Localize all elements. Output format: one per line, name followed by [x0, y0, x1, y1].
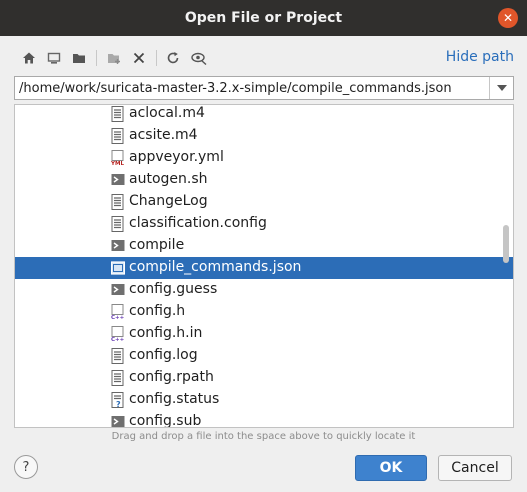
- json-file-icon: [110, 260, 126, 276]
- file-name: appveyor.yml: [129, 149, 224, 165]
- file-name: compile: [129, 237, 185, 253]
- shell-script-icon: [111, 172, 125, 188]
- file-name: autogen.sh: [129, 171, 208, 187]
- cancel-button[interactable]: Cancel: [438, 455, 512, 481]
- svg-text:C++: C++: [111, 315, 125, 320]
- file-item[interactable]: C++ config.h: [15, 301, 513, 323]
- text-file-icon: [111, 194, 125, 210]
- path-dropdown-button[interactable]: [489, 77, 513, 99]
- file-item[interactable]: config.rpath: [15, 367, 513, 389]
- text-file-icon: [111, 348, 125, 364]
- file-item[interactable]: config.guess: [15, 279, 513, 301]
- file-item[interactable]: config.sub: [15, 411, 513, 428]
- text-file-icon: [111, 216, 125, 232]
- file-name: compile_commands.json: [129, 259, 302, 275]
- unknown-file-icon: ?: [111, 392, 125, 409]
- toolbar: Hide path: [0, 44, 527, 72]
- yml-file-icon: YML: [110, 150, 125, 167]
- svg-text:C++: C++: [111, 337, 125, 342]
- file-item[interactable]: compile_commands.json: [15, 257, 513, 279]
- file-item[interactable]: ? config.status: [15, 389, 513, 411]
- text-file-icon: [111, 106, 125, 122]
- new-folder-icon[interactable]: [105, 49, 123, 67]
- delete-icon[interactable]: [130, 49, 148, 67]
- hide-path-link[interactable]: Hide path: [446, 49, 514, 65]
- file-name: classification.config: [129, 215, 267, 231]
- file-tree[interactable]: aclocal.m4 acsite.m4 YML appveyor.yml autoge…: [14, 104, 514, 428]
- help-button[interactable]: ?: [14, 455, 38, 479]
- svg-text:?: ?: [116, 400, 121, 408]
- file-name: ChangeLog: [129, 193, 208, 209]
- file-item[interactable]: classification.config: [15, 213, 513, 235]
- title-bar: Open File or Project ✕: [0, 0, 527, 36]
- path-input[interactable]: [15, 77, 489, 99]
- close-button[interactable]: ✕: [498, 8, 518, 28]
- file-item[interactable]: autogen.sh: [15, 169, 513, 191]
- shell-script-icon: [111, 414, 125, 427]
- text-file-icon: [111, 128, 125, 144]
- file-item[interactable]: acsite.m4: [15, 125, 513, 147]
- file-item[interactable]: YML appveyor.yml: [15, 147, 513, 169]
- tree-scrollbar[interactable]: [503, 225, 509, 263]
- cpp-header-icon: C++: [111, 326, 125, 343]
- project-folder-icon[interactable]: [70, 49, 88, 67]
- home-icon[interactable]: [20, 49, 38, 67]
- file-item[interactable]: compile: [15, 235, 513, 257]
- shell-script-icon: [111, 282, 125, 298]
- desktop-icon[interactable]: [45, 49, 63, 67]
- file-name: config.log: [129, 347, 198, 363]
- refresh-icon[interactable]: [164, 49, 182, 67]
- file-name: config.status: [129, 391, 220, 407]
- drag-drop-hint: Drag and drop a file into the space abov…: [111, 431, 416, 442]
- file-item[interactable]: C++ config.h.in: [15, 323, 513, 345]
- hidden-files-icon[interactable]: [190, 49, 208, 67]
- shell-script-icon: [111, 238, 125, 254]
- ok-button[interactable]: OK: [355, 455, 427, 481]
- toolbar-separator: [96, 50, 97, 66]
- path-combobox[interactable]: [14, 76, 514, 100]
- file-name: acsite.m4: [129, 127, 198, 143]
- chevron-down-icon: [496, 85, 507, 91]
- file-name: config.rpath: [129, 369, 214, 385]
- file-item[interactable]: config.log: [15, 345, 513, 367]
- text-file-icon: [111, 370, 125, 386]
- file-name: config.h.in: [129, 325, 203, 341]
- file-name: config.h: [129, 303, 186, 319]
- cpp-header-icon: C++: [111, 304, 125, 321]
- window-title: Open File or Project: [184, 10, 343, 26]
- file-item[interactable]: ChangeLog: [15, 191, 513, 213]
- toolbar-separator: [156, 50, 157, 66]
- svg-text:YML: YML: [111, 161, 124, 166]
- file-item[interactable]: aclocal.m4: [15, 105, 513, 125]
- file-name: config.guess: [129, 281, 218, 297]
- file-name: aclocal.m4: [129, 105, 205, 121]
- file-name: config.sub: [129, 413, 202, 428]
- close-icon: ✕: [502, 11, 514, 25]
